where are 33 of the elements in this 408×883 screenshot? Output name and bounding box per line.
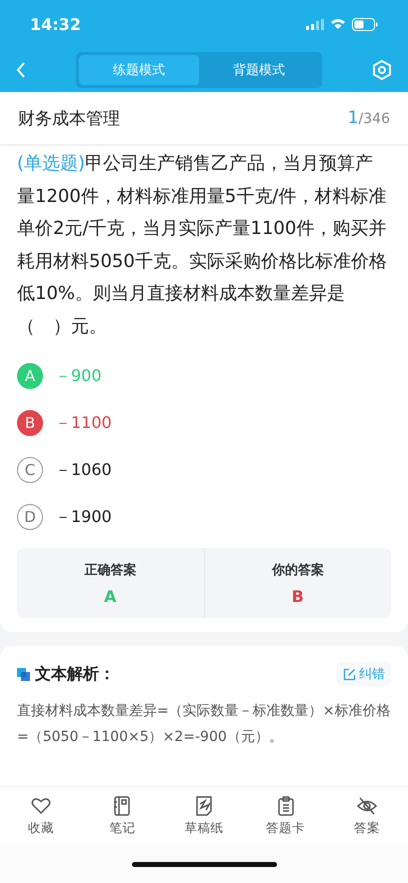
signal-icon	[306, 18, 324, 30]
answer-label: 你的答案	[272, 562, 324, 578]
battery-icon	[352, 18, 378, 30]
mode-tab[interactable]: 练题模式	[79, 55, 199, 85]
analysis-text: 直接材料成本数量差异=（实际数量－标准数量）×标准价格=（5050－1100×5）×2=-900（元）。	[17, 702, 391, 747]
toolbar-button[interactable]: 答案	[326, 787, 408, 845]
toolbar-button[interactable]: 收藏	[0, 787, 82, 845]
option-text[interactable]: －1900	[55, 506, 112, 528]
option-text[interactable]: －1060	[55, 460, 112, 480]
section-icon	[17, 668, 30, 680]
answer-label: 正确答案	[84, 562, 136, 578]
option-letter[interactable]: D	[17, 504, 43, 530]
back-icon[interactable]	[16, 62, 26, 78]
toolbar-button[interactable]: 答题卡	[244, 787, 326, 845]
toolbar-button[interactable]: 草稿纸	[163, 787, 245, 845]
wifi-icon	[330, 18, 346, 30]
option-text[interactable]: －1100	[55, 412, 112, 434]
question-total: /346	[358, 111, 390, 127]
report-error-button[interactable]: 纠错	[337, 662, 391, 686]
subject-title: 财务成本管理	[18, 108, 120, 130]
question-text: (单选题)甲公司生产销售乙产品，当月预算产量1200件，材料标准用量5千克/件，材料标准单价2元/千克，当月实际产量1100件，购买并耗用材料5050千克。实际采购价格比标准价格低10%。则当月直接材料成本数量差异是（ ）元。	[17, 152, 388, 338]
edit-icon	[343, 668, 356, 680]
answer-value: A	[104, 586, 116, 606]
question-number: 1	[348, 108, 359, 128]
crossed-eye-icon	[356, 795, 378, 817]
toolbar-button[interactable]: 笔记	[82, 787, 164, 845]
answer-value: B	[292, 586, 304, 606]
status-time: 14:32	[30, 14, 81, 34]
settings-icon[interactable]	[372, 60, 392, 80]
option-letter[interactable]: B	[17, 410, 43, 436]
analysis-title: 文本解析：	[35, 664, 116, 684]
mode-tab[interactable]: 背题模式	[199, 55, 319, 85]
option-letter[interactable]: C	[17, 457, 43, 483]
